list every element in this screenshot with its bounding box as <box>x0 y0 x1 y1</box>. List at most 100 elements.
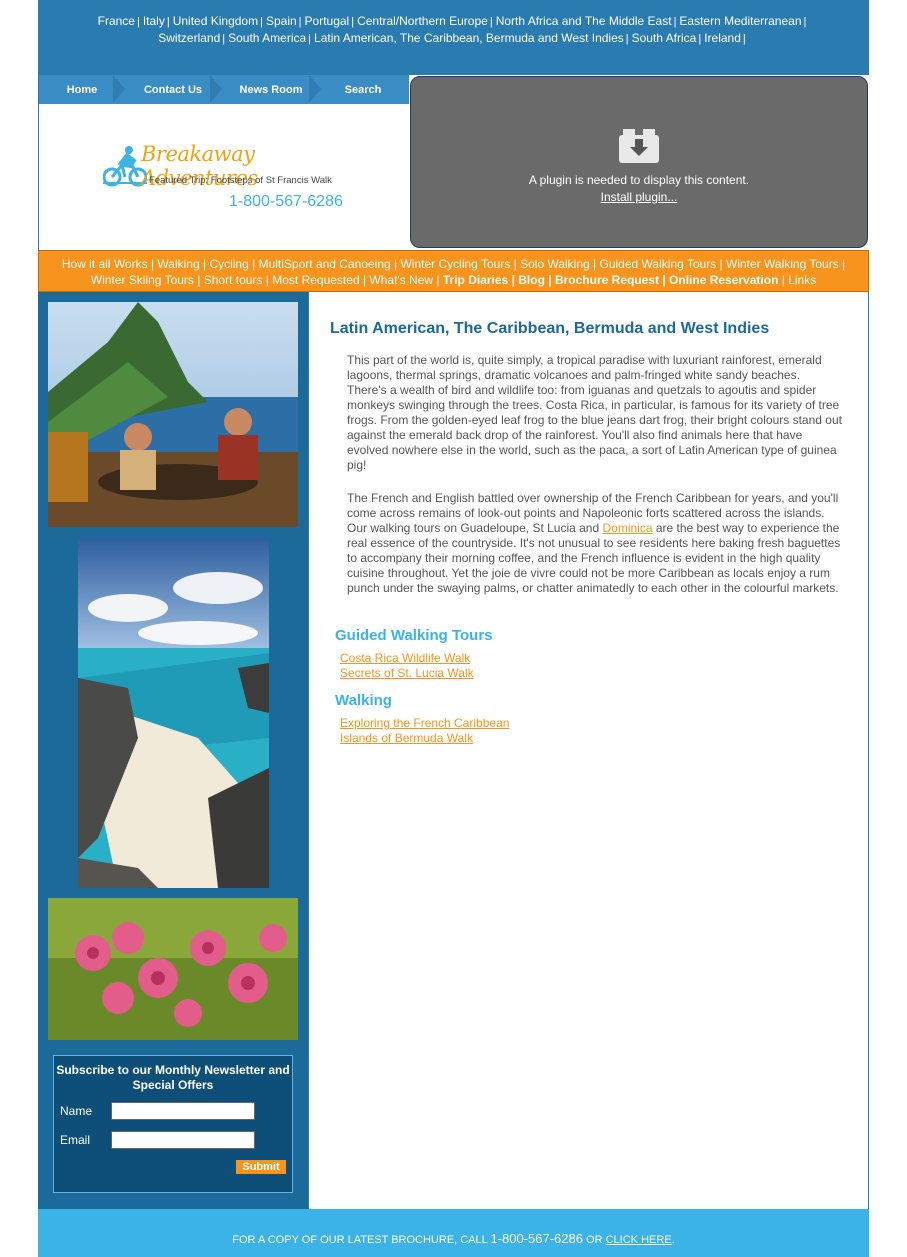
email-label: Email <box>60 1133 91 1147</box>
separator: | <box>351 16 355 28</box>
menu-item[interactable]: Guided Walking Tours <box>599 257 716 271</box>
menu-item[interactable]: Solo Walking <box>520 257 590 271</box>
main-content: Latin American, The Caribbean, Bermuda a… <box>308 292 869 1209</box>
country-bar: France | Italy | United Kingdom | Spain | Portug… <box>38 0 869 75</box>
name-input[interactable] <box>111 1102 255 1120</box>
country-links: France | Italy | United Kingdom | Spain | Portug… <box>48 14 859 47</box>
nav-arrow-icon <box>113 75 125 103</box>
header: Home Contact Us News Room Search Breakaw… <box>38 75 869 250</box>
separator: | <box>508 272 519 287</box>
menu-item[interactable]: Online Reservation <box>669 273 778 287</box>
section-heading: Guided Walking Tours <box>335 627 493 644</box>
country-link[interactable]: Eastern Mediterranean <box>679 14 801 28</box>
plugin-download-icon <box>619 129 659 163</box>
separator: | <box>778 272 789 287</box>
caribbean-dining-photo <box>48 302 298 527</box>
menu-item[interactable]: Blog <box>518 273 545 287</box>
click-here-link[interactable]: CLICK HERE <box>606 1234 672 1246</box>
menu-item[interactable]: Brochure Request <box>555 273 659 287</box>
separator: | <box>199 257 210 271</box>
menu-item[interactable]: Cycling <box>209 257 248 271</box>
country-link[interactable]: South Africa <box>632 31 697 45</box>
menu-item[interactable]: What's New <box>369 273 433 287</box>
separator: | <box>248 257 259 271</box>
separator: | <box>136 16 140 28</box>
separator: | <box>659 272 670 287</box>
plugin-message: A plugin is needed to display this conte… <box>528 173 750 187</box>
page-wrapper: France | Italy | United Kingdom | Spain | Portug… <box>38 0 869 1257</box>
separator: | <box>673 16 677 28</box>
french-caribbean-paragraph: The French and English battled over owne… <box>347 491 842 596</box>
orchid-flowers-photo <box>48 898 298 1040</box>
intro-paragraph: This part of the world is, quite simply,… <box>347 353 842 472</box>
featured-trip: Featured Trip: Footsteps of St Francis W… <box>149 175 332 186</box>
menu-item[interactable]: Most Requested <box>272 273 359 287</box>
tour-link[interactable]: Costa Rica Wildlife Walk <box>340 651 470 665</box>
bermuda-beach-photo <box>78 538 269 888</box>
separator: | <box>510 257 521 271</box>
country-link[interactable]: Latin American, The Caribbean, Bermuda a… <box>314 31 624 45</box>
logo[interactable]: Breakaway Adventures Featured Trip: Foot… <box>99 140 359 230</box>
country-link[interactable]: Ireland <box>704 31 741 45</box>
menu-item[interactable]: Trip Diaries <box>443 273 508 287</box>
separator: | <box>260 16 263 28</box>
footer-or: OR <box>586 1234 603 1246</box>
footer-text: FOR A COPY OF OUR LATEST BROCHURE, CALL <box>232 1234 488 1246</box>
nav-contact-us[interactable]: Contact Us <box>125 75 221 104</box>
separator: | <box>262 272 273 287</box>
separator: | <box>298 16 302 28</box>
plugin-placeholder[interactable]: A plugin is needed to display this conte… <box>410 76 868 248</box>
menu-item[interactable]: Links <box>788 273 816 287</box>
menu-item[interactable]: MultiSport and Canoeing <box>259 257 391 271</box>
country-link[interactable]: Switzerland <box>158 31 220 45</box>
header-left-panel: Home Contact Us News Room Search Breakaw… <box>38 75 409 250</box>
name-label: Name <box>60 1104 93 1118</box>
separator: | <box>193 272 204 287</box>
separator: | <box>838 257 846 271</box>
menu-item[interactable]: Winter Walking Tours <box>726 257 839 271</box>
tour-link[interactable]: Exploring the French Caribbean <box>340 716 509 730</box>
separator: | <box>166 16 170 28</box>
separator: | <box>544 272 555 287</box>
country-link[interactable]: France <box>98 14 135 28</box>
separator: | <box>716 257 727 271</box>
separator: | <box>390 257 401 271</box>
country-link[interactable]: North Africa and The Middle East <box>496 14 672 28</box>
menu-item[interactable]: Walking <box>157 257 199 271</box>
main-nav: Home Contact Us News Room Search <box>39 75 409 104</box>
dominica-link[interactable]: Dominica <box>603 521 653 535</box>
country-link[interactable]: Portugal <box>305 14 350 28</box>
menu-item[interactable]: Winter Cycling Tours <box>400 257 510 271</box>
nav-news-room[interactable]: News Room <box>221 75 321 104</box>
page-title: Latin American, The Caribbean, Bermuda a… <box>330 320 770 337</box>
separator: | <box>489 16 493 28</box>
tour-link[interactable]: Islands of Bermuda Walk <box>340 731 473 745</box>
separator: | <box>359 272 370 287</box>
menu-item[interactable]: How it all Works <box>62 257 148 271</box>
country-link[interactable]: Central/Northern Europe <box>357 14 488 28</box>
menu-item[interactable]: Winter Skiing Tours <box>91 273 194 287</box>
tour-link[interactable]: Secrets of St. Lucia Walk <box>340 666 474 680</box>
country-link[interactable]: South America <box>228 31 306 45</box>
separator: | <box>308 32 312 45</box>
install-plugin-link[interactable]: Install plugin... <box>411 190 867 204</box>
separator: | <box>147 257 158 271</box>
separator: | <box>222 32 226 45</box>
country-link[interactable]: Spain <box>266 14 297 28</box>
submit-button[interactable]: Submit <box>236 1160 286 1174</box>
footer-brochure-text: FOR A COPY OF OUR LATEST BROCHURE, CALL … <box>38 1231 869 1246</box>
footer-phone: 1-800-567-6286 <box>490 1231 583 1246</box>
separator: | <box>803 16 807 28</box>
email-input[interactable] <box>111 1131 255 1149</box>
country-link[interactable]: Italy <box>143 14 165 28</box>
menu-item[interactable]: Short tours <box>204 273 263 287</box>
newsletter-form: Subscribe to our Monthly Newsletter and … <box>53 1055 293 1193</box>
separator: | <box>698 32 702 45</box>
separator: | <box>589 257 600 271</box>
category-menu-bar: How it all Works | Walking | Cycling | M… <box>38 250 869 292</box>
category-menu: How it all Works | Walking | Cycling | M… <box>45 257 862 288</box>
nav-search[interactable]: Search <box>321 75 405 104</box>
country-link[interactable]: United Kingdom <box>173 14 258 28</box>
section-heading: Walking <box>335 692 392 709</box>
footer: FOR A COPY OF OUR LATEST BROCHURE, CALL … <box>38 1209 869 1257</box>
